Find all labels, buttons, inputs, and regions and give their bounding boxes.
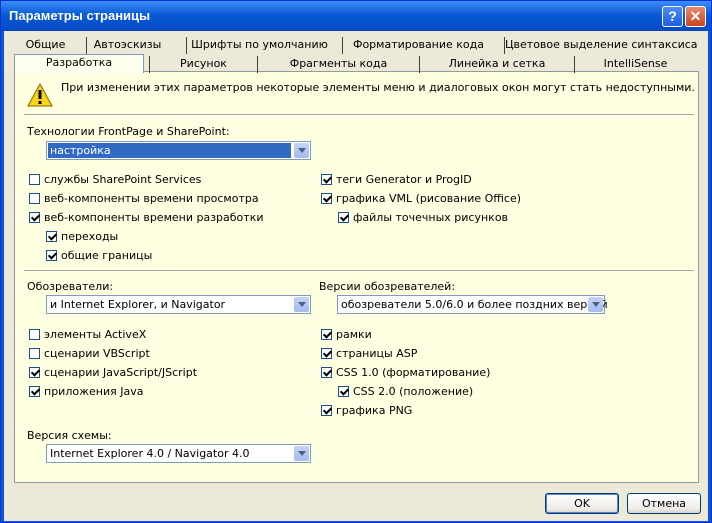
checkbox-checked-icon[interactable] — [46, 231, 57, 242]
checkbox-label: графика VML (рисование Office) — [336, 192, 522, 205]
chevron-down-icon[interactable] — [294, 143, 309, 158]
browser-versions-select-value: обозреватели 5.0/6.0 и более поздних вер… — [341, 298, 608, 311]
schema-select[interactable]: Internet Explorer 4.0 / Navigator 4.0 — [46, 444, 311, 463]
checkbox-checked-icon[interactable] — [338, 212, 349, 223]
tab-syntax-coloring[interactable]: Цветовое выделение синтаксиса — [504, 37, 698, 54]
checkbox-label: приложения Java — [44, 385, 144, 398]
checkbox-checked-icon[interactable] — [46, 250, 57, 261]
dialog-window: Параметры страницы ? ✕ Общие Автоэскизы … — [0, 0, 712, 523]
help-icon: ? — [668, 8, 677, 24]
checkbox-checked-icon[interactable] — [321, 405, 332, 416]
checkbox-checked-icon[interactable] — [321, 348, 332, 359]
close-icon: ✕ — [689, 8, 702, 24]
tab-general[interactable]: Общие — [18, 37, 73, 54]
browsers-select[interactable]: и Internet Explorer, и Navigator — [46, 295, 311, 314]
checkbox-label: CSS 2.0 (положение) — [353, 385, 474, 398]
dialog-client: Общие Автоэскизы Шрифты по умолчанию Фор… — [4, 31, 708, 521]
checkbox-label: CSS 1.0 (форматирование) — [336, 366, 491, 379]
title-bar[interactable]: Параметры страницы ? ✕ — [1, 1, 711, 31]
checkbox-checked-icon[interactable] — [29, 386, 40, 397]
browsers-select-value: и Internet Explorer, и Navigator — [50, 298, 226, 311]
checkbox-label: веб-компоненты времени просмотра — [44, 192, 259, 205]
tab-authoring[interactable]: Разработка — [14, 54, 144, 73]
checkbox-checked-icon[interactable] — [338, 386, 349, 397]
chevron-down-icon[interactable] — [294, 446, 309, 461]
checkbox-label: общие границы — [61, 249, 153, 262]
checkbox-label: сценарии JavaScript/JScript — [44, 366, 198, 379]
checkbox-label: службы SharePoint Services — [44, 173, 202, 186]
checkbox-checked-icon[interactable] — [321, 193, 332, 204]
checkbox-label: элементы ActiveX — [44, 328, 147, 341]
checkbox-checked-icon[interactable] — [321, 329, 332, 340]
checkbox-label: файлы точечных рисунков — [353, 211, 509, 224]
chevron-down-icon[interactable] — [588, 297, 603, 312]
checkbox-checked-icon[interactable] — [321, 174, 332, 185]
checkbox-label: веб-компоненты времени разработки — [44, 211, 264, 224]
tab-code-snippets[interactable]: Фрагменты кода — [257, 56, 419, 73]
divider — [24, 114, 694, 116]
checkbox-label: переходы — [61, 230, 119, 243]
tab-code-formatting[interactable]: Форматирование кода — [342, 37, 494, 54]
window-title: Параметры страницы — [9, 8, 151, 23]
browser-versions-select[interactable]: обозреватели 5.0/6.0 и более поздних вер… — [337, 295, 608, 314]
close-button[interactable]: ✕ — [685, 6, 706, 27]
technologies-select-value: настройка — [48, 143, 291, 158]
technologies-label: Технологии FrontPage и SharePoint: — [27, 125, 230, 138]
checkbox-checked-icon[interactable] — [29, 212, 40, 223]
warning-icon — [27, 83, 53, 107]
browser-versions-label: Версии обозревателей: — [319, 280, 456, 293]
checkbox-label: теги Generator и ProgID — [336, 173, 472, 186]
help-button[interactable]: ? — [662, 6, 683, 27]
tab-picture[interactable]: Рисунок — [149, 56, 257, 73]
checkbox-label: графика PNG — [336, 404, 413, 417]
checkbox-unchecked-icon[interactable] — [29, 348, 40, 359]
cancel-button[interactable]: Отмена — [627, 493, 701, 514]
divider — [24, 270, 694, 272]
schema-select-value: Internet Explorer 4.0 / Navigator 4.0 — [50, 447, 250, 460]
tab-ruler-grid[interactable]: Линейка и сетка — [419, 56, 574, 73]
technologies-select[interactable]: настройка — [46, 141, 311, 160]
checkbox-unchecked-icon[interactable] — [29, 329, 40, 340]
browsers-label: Обозреватели: — [27, 280, 114, 293]
chevron-down-icon[interactable] — [294, 297, 309, 312]
tab-intellisense[interactable]: IntelliSense — [574, 56, 696, 73]
checkbox-unchecked-icon[interactable] — [29, 193, 40, 204]
checkbox-checked-icon[interactable] — [29, 367, 40, 378]
checkbox-checked-icon[interactable] — [321, 367, 332, 378]
checkbox-label: страницы ASP — [336, 347, 418, 360]
checkbox-label: сценарии VBScript — [44, 347, 150, 360]
checkbox-unchecked-icon[interactable] — [29, 174, 40, 185]
tab-default-fonts[interactable]: Шрифты по умолчанию — [186, 37, 332, 54]
checkbox-label: рамки — [336, 328, 372, 341]
schema-label: Версия схемы: — [27, 429, 112, 442]
warning-message: При изменении этих параметров некоторые … — [61, 81, 695, 94]
ok-button[interactable]: OK — [545, 493, 619, 514]
tab-autothumbnail[interactable]: Автоэскизы — [86, 37, 168, 54]
